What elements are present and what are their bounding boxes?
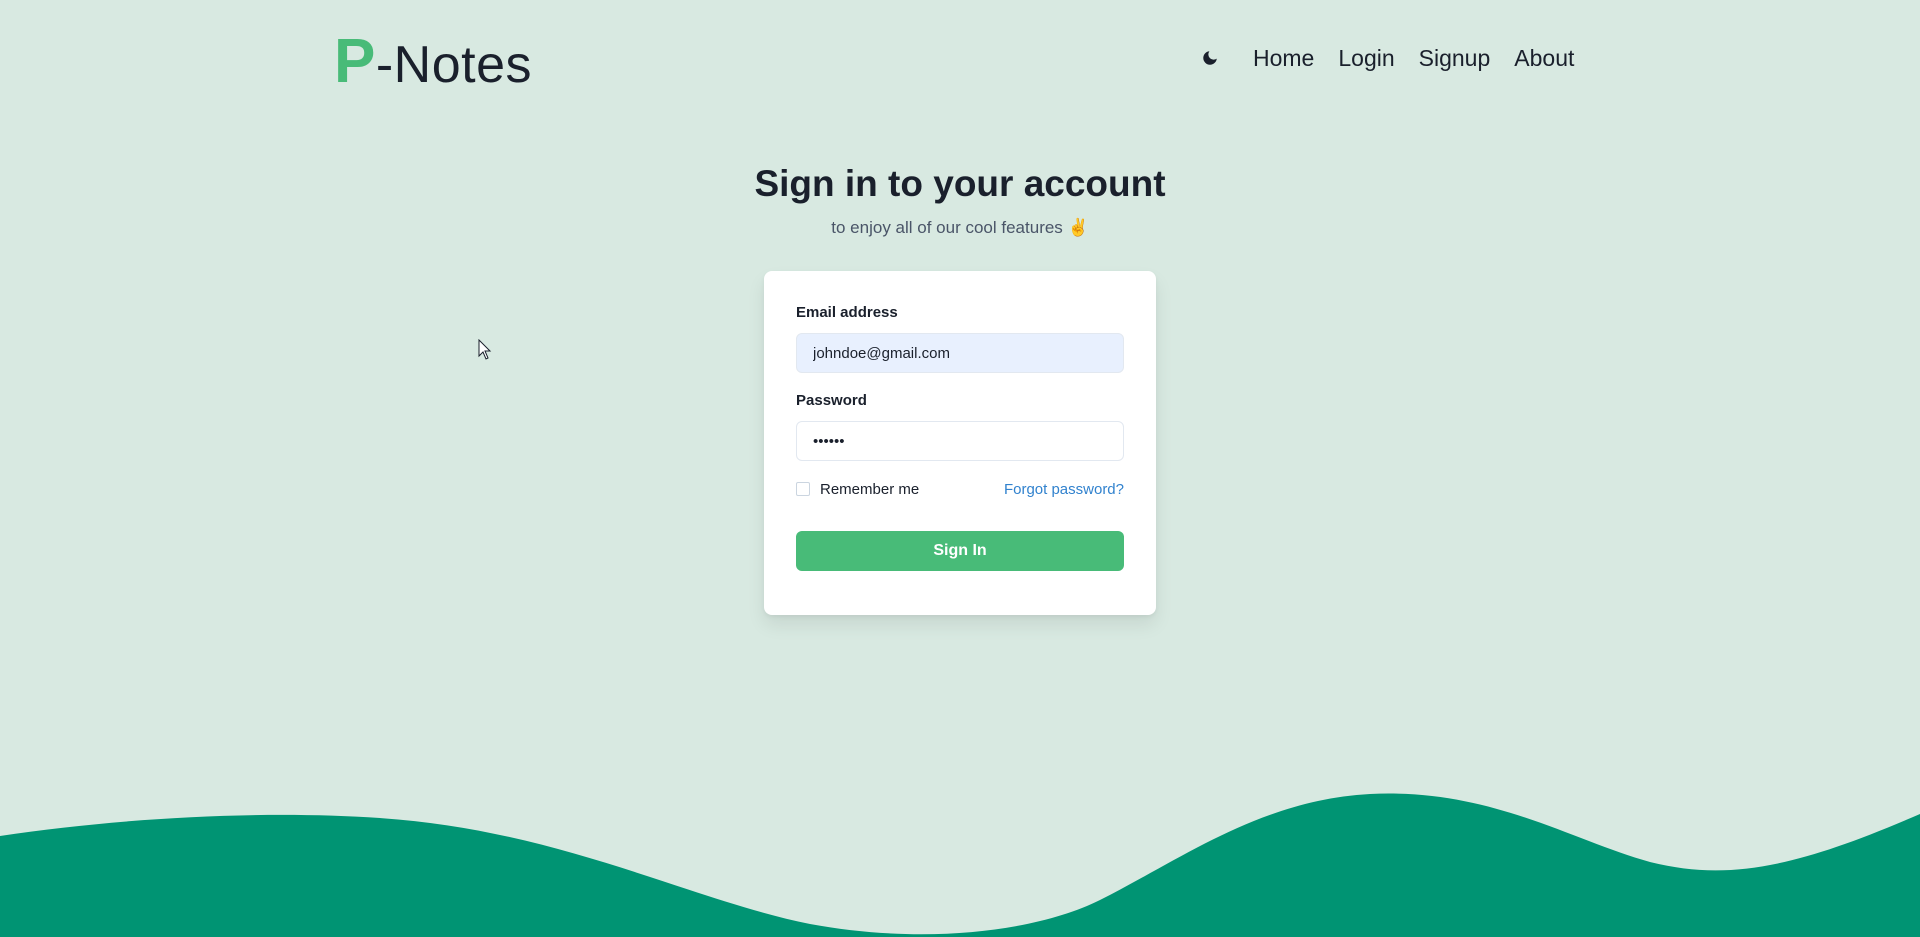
logo-mark: P bbox=[334, 27, 376, 96]
email-input[interactable] bbox=[796, 333, 1124, 373]
password-field-group: Password bbox=[796, 391, 1124, 461]
nav-home-link[interactable]: Home bbox=[1253, 45, 1314, 72]
theme-toggle-button[interactable] bbox=[1193, 41, 1227, 75]
forgot-password-link[interactable]: Forgot password? bbox=[1004, 481, 1124, 498]
email-label: Email address bbox=[796, 304, 898, 321]
nav-signup-link[interactable]: Signup bbox=[1419, 45, 1491, 72]
decorative-wave bbox=[0, 793, 1920, 937]
remember-me-label: Remember me bbox=[820, 480, 920, 498]
site-header: P -Notes Home Login Signup About bbox=[0, 0, 1920, 116]
email-field-group: Email address bbox=[796, 303, 1124, 373]
checkbox-box[interactable] bbox=[796, 482, 810, 496]
login-page: P -Notes Home Login Signup About Sign in… bbox=[0, 0, 1920, 937]
page-title: Sign in to your account bbox=[754, 163, 1166, 204]
password-input[interactable] bbox=[796, 421, 1124, 461]
login-form-card: Email address Password Remember me Forgo… bbox=[764, 271, 1156, 615]
form-options: Remember me Forgot password? bbox=[796, 479, 1124, 499]
logo-text: -Notes bbox=[375, 36, 533, 94]
logo[interactable]: P -Notes bbox=[334, 26, 532, 96]
moon-icon bbox=[1203, 51, 1217, 65]
main-nav: Home Login Signup About bbox=[1193, 40, 1574, 76]
page-heading: Sign in to your account to enjoy all of … bbox=[0, 160, 1920, 240]
page-subtitle: to enjoy all of our cool features ✌️ bbox=[831, 218, 1089, 237]
nav-login-link[interactable]: Login bbox=[1338, 45, 1394, 72]
password-label: Password bbox=[796, 392, 867, 409]
nav-about-link[interactable]: About bbox=[1514, 45, 1574, 72]
remember-me-checkbox[interactable]: Remember me bbox=[796, 481, 919, 498]
mouse-cursor-icon bbox=[478, 339, 492, 360]
sign-in-button[interactable]: Sign In bbox=[796, 531, 1124, 571]
